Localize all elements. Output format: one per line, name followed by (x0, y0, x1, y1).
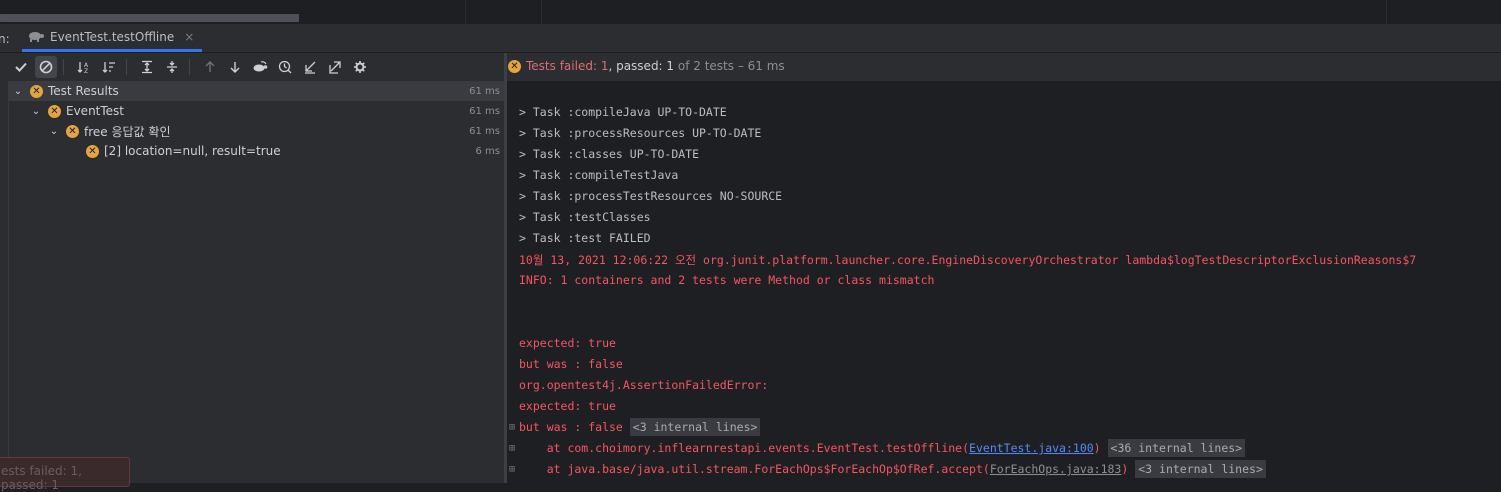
console-error-line: expected: true (519, 336, 616, 350)
test-tree: ⌄ ✕ Test Results 61 ms ⌄ ✕ EventTest 61 … (9, 81, 504, 483)
console-line: > Task :classes UP-TO-DATE (519, 147, 700, 161)
failed-x-icon: ✕ (86, 144, 99, 158)
tree-label: [2] location=null, result=true (104, 144, 281, 158)
stack-trace-line: at java.base/java.util.stream.ForEachOps… (519, 460, 1266, 478)
console-error-line: 10월 13, 2021 12:06:22 오전 org.junit.platf… (519, 253, 1417, 267)
failed-x-icon: ✕ (508, 59, 521, 73)
source-link[interactable]: EventTest.java:100 (969, 441, 1094, 455)
divider (541, 0, 542, 24)
console-line: > Task :test FAILED (519, 231, 651, 245)
console-error-line: INFO: 1 containers and 2 tests were Meth… (519, 273, 935, 287)
top-strip (0, 0, 1501, 25)
console-line: > Task :compileJava UP-TO-DATE (519, 105, 727, 119)
toast-text: ests failed: 1, passed: 1 (1, 464, 82, 492)
tree-time: 61 ms (469, 85, 500, 97)
tree-row-case-2[interactable]: ✕ [2] location=null, result=true 6 ms (9, 141, 504, 161)
divider (465, 0, 466, 24)
console-output[interactable]: > Task :compileJava UP-TO-DATE > Task :p… (507, 81, 1501, 483)
settings-gear-icon[interactable] (349, 56, 371, 78)
console-error-line: but was : false <3 internal lines> (519, 418, 761, 436)
status-failed-label: Tests failed: (526, 59, 601, 73)
left-gutter (0, 81, 9, 483)
arrow-down-icon[interactable] (224, 56, 246, 78)
rerun-turtle-icon[interactable] (249, 56, 271, 78)
console-error-line: but was : false (519, 357, 623, 371)
toolbar-separator (126, 59, 127, 75)
fold-expand-icon[interactable]: ⊞ (509, 422, 515, 433)
expand-all-icon[interactable] (136, 56, 158, 78)
close-icon[interactable]: × (184, 30, 194, 44)
tree-label: free 응답값 확인 (84, 124, 171, 139)
stop-circle-icon[interactable] (35, 56, 57, 78)
stack-trace-text: ) (1121, 462, 1129, 476)
console-error-line: org.opentest4j.AssertionFailedError: (519, 378, 769, 392)
stack-trace-text: at com.choimory.inflearnrestapi.events.E… (519, 441, 970, 455)
console-line: > Task :processTestResources NO-SOURCE (519, 189, 783, 203)
internal-lines-chip[interactable]: <36 internal lines> (1107, 439, 1246, 457)
test-runner-toolbar: AZ (0, 53, 505, 81)
tree-time: 6 ms (475, 145, 501, 157)
status-rest: of 2 tests – 61 ms (674, 59, 785, 73)
sort-duration-icon[interactable] (98, 56, 120, 78)
chevron-down-icon[interactable]: ⌄ (11, 86, 25, 97)
test-status: ✕ Tests failed: 1, passed: 1 of 2 tests … (508, 59, 785, 73)
tree-row-eventtest[interactable]: ⌄ ✕ EventTest 61 ms (9, 101, 504, 121)
horizontal-scrollbar[interactable] (0, 14, 299, 22)
status-passed-label: , passed: (608, 59, 667, 73)
console-line: > Task :processResources UP-TO-DATE (519, 126, 762, 140)
console-line: > Task :testClasses (519, 210, 651, 224)
tree-time: 61 ms (469, 125, 500, 137)
svg-text:Z: Z (84, 68, 88, 74)
tab-title: EventTest.testOffline (50, 30, 175, 44)
turtle-icon (28, 30, 44, 45)
failed-x-icon: ✕ (30, 84, 43, 98)
stack-trace-line: at com.choimory.inflearnrestapi.events.E… (519, 439, 1246, 457)
console-error-line: expected: true (519, 399, 616, 413)
history-clock-icon[interactable] (274, 56, 296, 78)
tree-row-test-results[interactable]: ⌄ ✕ Test Results 61 ms (9, 81, 504, 101)
arrow-up-icon[interactable] (199, 56, 221, 78)
export-icon[interactable] (324, 56, 346, 78)
toolbar-separator (189, 59, 190, 75)
internal-lines-chip[interactable]: <3 internal lines> (629, 418, 761, 436)
fold-expand-icon[interactable]: ⊞ (509, 443, 515, 454)
console-error-text: but was : false (519, 420, 623, 434)
import-icon[interactable] (299, 56, 321, 78)
chevron-down-icon[interactable]: ⌄ (29, 106, 43, 117)
tree-row-free-response[interactable]: ⌄ ✕ free 응답값 확인 61 ms (9, 121, 504, 141)
sort-alpha-icon[interactable]: AZ (73, 56, 95, 78)
run-label: n: (0, 32, 10, 46)
tree-label: Test Results (48, 84, 119, 98)
console-line: > Task :compileTestJava (519, 168, 679, 182)
internal-lines-chip[interactable]: <3 internal lines> (1135, 460, 1266, 478)
status-passed-count: 1 (666, 59, 675, 73)
toolbar-separator (63, 59, 64, 75)
chevron-down-icon[interactable]: ⌄ (47, 126, 61, 137)
stack-trace-text: ) (1093, 441, 1101, 455)
run-tab-bar: n: EventTest.testOffline × (0, 25, 1501, 53)
source-link[interactable]: ForEachOps.java:183 (990, 462, 1122, 476)
fold-expand-icon[interactable]: ⊞ (509, 464, 515, 475)
divider (1386, 0, 1387, 24)
failed-x-icon: ✕ (48, 104, 61, 118)
tab-eventtest-testoffline[interactable]: EventTest.testOffline × (22, 25, 203, 52)
stack-trace-text: at java.base/java.util.stream.ForEachOps… (519, 462, 990, 476)
check-icon[interactable] (10, 56, 32, 78)
collapse-all-icon[interactable] (161, 56, 183, 78)
tree-time: 61 ms (469, 105, 500, 117)
tree-label: EventTest (66, 104, 125, 118)
failed-x-icon: ✕ (66, 124, 79, 138)
